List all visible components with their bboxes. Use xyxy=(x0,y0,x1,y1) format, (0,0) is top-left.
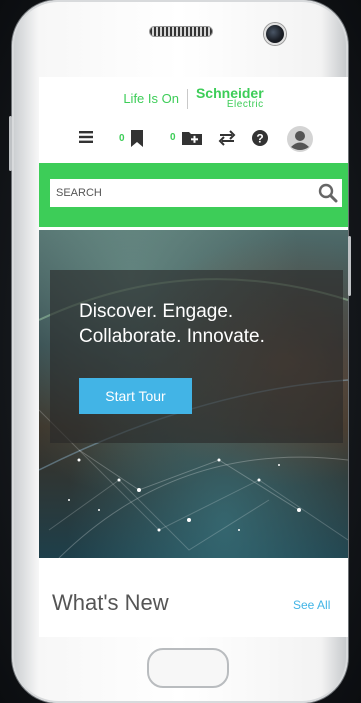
swap-icon xyxy=(218,130,236,146)
help-button[interactable]: ? xyxy=(252,130,268,146)
whats-new-section: What's New See All xyxy=(39,558,348,637)
user-avatar-button[interactable] xyxy=(287,126,313,152)
hero-headline: Discover. Engage. Collaborate. Innovate. xyxy=(79,299,265,349)
front-camera xyxy=(264,23,286,45)
search-band xyxy=(39,163,348,227)
svg-text:?: ? xyxy=(256,132,263,146)
user-avatar-icon xyxy=(287,126,313,152)
power-button xyxy=(348,236,351,296)
search-input[interactable] xyxy=(50,179,314,207)
whats-new-title: What's New xyxy=(52,590,169,615)
home-button[interactable] xyxy=(147,648,229,688)
search-box xyxy=(50,179,342,207)
life-is-on-logo: Life Is On xyxy=(123,89,188,109)
bookmark-icon xyxy=(130,130,143,147)
search-icon[interactable] xyxy=(314,183,342,203)
phone-screen: Life Is On Schneider Electric 0 0 ? SEAR… xyxy=(39,77,348,637)
folders-button[interactable]: 0 xyxy=(170,130,202,145)
bookmarks-count: 0 xyxy=(119,133,125,144)
add-folder-icon xyxy=(181,132,202,145)
see-all-link[interactable]: See All xyxy=(293,598,330,612)
hero-headline-line2: Collaborate. Innovate. xyxy=(79,326,265,347)
folders-count: 0 xyxy=(170,132,176,143)
company-name-line1: Schneider xyxy=(195,85,264,101)
tagline-text: Life Is On xyxy=(123,91,179,106)
schneider-logo[interactable]: Schneider Electric xyxy=(188,85,264,110)
swap-button[interactable] xyxy=(218,130,236,146)
hero-overlay: Discover. Engage. Collaborate. Innovate.… xyxy=(50,270,343,443)
hero-banner: Discover. Engage. Collaborate. Innovate.… xyxy=(39,230,348,558)
menu-button[interactable] xyxy=(79,130,95,144)
bookmarks-button[interactable]: 0 xyxy=(119,130,143,147)
volume-button xyxy=(9,116,12,171)
icon-toolbar: 0 0 ? xyxy=(39,121,348,163)
start-tour-button[interactable]: Start Tour xyxy=(79,378,192,414)
brand-header: Life Is On Schneider Electric xyxy=(39,77,348,121)
menu-icon xyxy=(79,131,93,143)
hero-headline-line1: Discover. Engage. xyxy=(79,301,234,322)
help-icon: ? xyxy=(252,130,268,146)
speaker-grille xyxy=(149,26,213,37)
phone-frame: Life Is On Schneider Electric 0 0 ? SEAR… xyxy=(9,0,351,703)
